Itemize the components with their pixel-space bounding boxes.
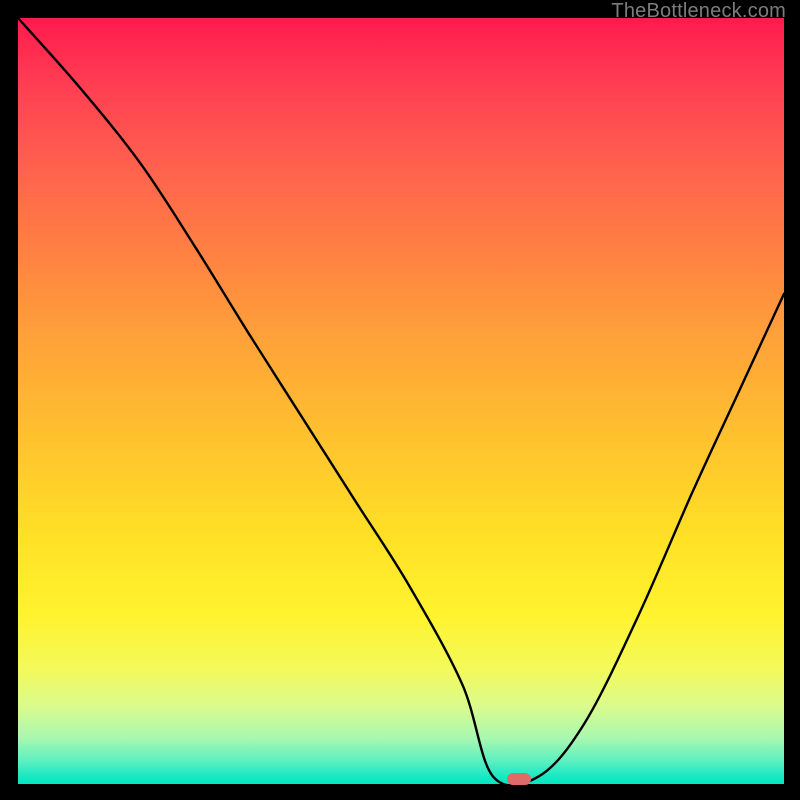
bottleneck-curve	[18, 18, 784, 784]
chart-container: TheBottleneck.com	[0, 0, 800, 800]
plot-area	[18, 18, 784, 784]
watermark-text: TheBottleneck.com	[611, 0, 786, 23]
optimal-marker	[507, 773, 531, 785]
